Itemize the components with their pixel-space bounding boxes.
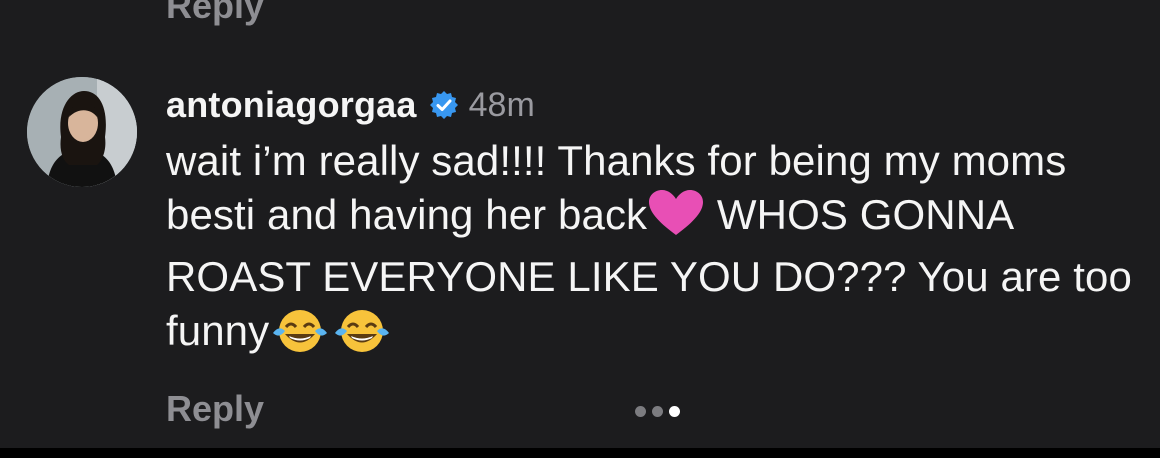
previous-reply-button[interactable]: Reply [166,0,264,26]
verified-badge-icon [429,90,459,120]
reply-button[interactable]: Reply [166,388,264,430]
bottom-bar [0,448,1160,458]
carousel-dot[interactable] [652,406,663,417]
avatar[interactable] [27,77,137,187]
pink-heart-icon [647,189,705,250]
comment-text: wait i’m really sad!!!! Thanks for being… [166,134,1136,366]
comment-timestamp: 48m [468,85,535,124]
comment-header: antoniagorgaa 48m [166,84,1136,126]
carousel-dot-active[interactable] [669,406,680,417]
tears-of-joy-icon [331,307,393,366]
carousel-indicator [635,406,680,417]
carousel-dot[interactable] [635,406,646,417]
tears-of-joy-icon [269,307,331,366]
username-link[interactable]: antoniagorgaa [166,84,417,126]
comment: antoniagorgaa 48m wait i’m really sad!!!… [166,84,1136,366]
